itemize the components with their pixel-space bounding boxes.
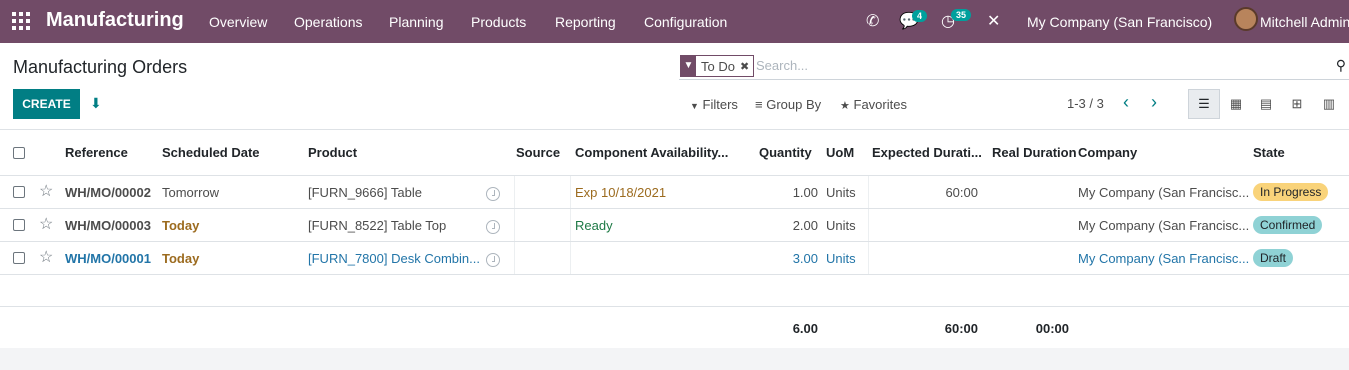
- filter-icon: ▼: [690, 101, 699, 111]
- status-badge: Draft: [1253, 249, 1294, 267]
- filters-label: Filters: [702, 97, 738, 112]
- pager-previous-icon[interactable]: ‹: [1123, 92, 1129, 113]
- messages-badge: 4: [912, 10, 928, 22]
- top-navbar: Manufacturing Overview Operations Planni…: [0, 0, 1349, 43]
- list-view-icon[interactable]: ☰: [1188, 89, 1220, 119]
- header-quantity[interactable]: Quantity: [759, 145, 812, 160]
- user-menu[interactable]: Mitchell Admin: [1260, 14, 1349, 30]
- row-scheduled-date: Tomorrow: [162, 185, 220, 200]
- row-company: My Company (San Francisc...: [1078, 185, 1250, 200]
- search-bar: ▼ To Do ✖ ⚲: [679, 54, 1349, 80]
- group-by-button[interactable]: ≡ Group By: [755, 97, 821, 112]
- table-row[interactable]: ☆ WH/MO/00001 Today [FURN_7800] Desk Com…: [0, 242, 1349, 275]
- header-reference[interactable]: Reference: [65, 145, 128, 160]
- header-scheduled-date[interactable]: Scheduled Date: [162, 145, 260, 160]
- clock-icon: [486, 253, 500, 267]
- control-panel-divider: [0, 129, 1349, 130]
- download-icon[interactable]: ⬇: [90, 95, 102, 112]
- menu-planning[interactable]: Planning: [389, 14, 444, 30]
- menu-reporting[interactable]: Reporting: [555, 14, 616, 30]
- clock-icon: [486, 220, 500, 234]
- header-component-availability[interactable]: Component Availability...: [575, 145, 728, 160]
- filters-button[interactable]: ▼ Filters: [690, 97, 738, 112]
- totals-row: 6.00 60:00 00:00: [0, 306, 1349, 348]
- search-input[interactable]: [756, 58, 1316, 73]
- row-reference: WH/MO/00002: [65, 185, 151, 200]
- row-checkbox[interactable]: [13, 252, 25, 264]
- row-checkbox[interactable]: [13, 186, 25, 198]
- create-button[interactable]: CREATE: [13, 89, 80, 119]
- graph-view-icon[interactable]: ▥: [1313, 89, 1345, 119]
- row-company: My Company (San Francisc...: [1078, 251, 1250, 266]
- priority-star-icon[interactable]: ☆: [39, 214, 53, 234]
- table-row[interactable]: ☆ WH/MO/00003 Today [FURN_8522] Table To…: [0, 209, 1349, 242]
- row-quantity: 3.00: [792, 251, 818, 266]
- company-switcher[interactable]: My Company (San Francisco): [1027, 14, 1212, 30]
- row-uom: Units: [826, 185, 856, 200]
- priority-star-icon[interactable]: ☆: [39, 247, 53, 267]
- favorites-button[interactable]: ★ Favorites: [840, 97, 907, 112]
- footer-area: [0, 348, 1349, 370]
- header-company[interactable]: Company: [1078, 145, 1137, 160]
- menu-products[interactable]: Products: [471, 14, 526, 30]
- row-uom: Units: [826, 218, 856, 233]
- row-component-availability: Exp 10/18/2021: [575, 185, 667, 200]
- menu-configuration[interactable]: Configuration: [644, 14, 727, 30]
- remove-facet-icon[interactable]: ✖: [740, 60, 753, 73]
- header-uom[interactable]: UoM: [826, 145, 854, 160]
- row-reference: WH/MO/00003: [65, 218, 151, 233]
- clock-icon: [486, 187, 500, 201]
- menu-operations[interactable]: Operations: [294, 14, 362, 30]
- row-product: [FURN_9666] Table: [308, 185, 422, 200]
- row-reference: WH/MO/00001: [65, 251, 151, 266]
- star-icon: ★: [840, 100, 850, 112]
- group-by-icon: ≡: [755, 97, 763, 112]
- search-facet: ▼ To Do ✖: [680, 55, 755, 77]
- total-real-duration: 00:00: [1035, 321, 1069, 336]
- row-product: [FURN_8522] Table Top: [308, 218, 447, 233]
- pivot-view-icon[interactable]: ⊞: [1281, 89, 1313, 119]
- debug-tools-icon[interactable]: ✕: [987, 11, 1000, 31]
- app-name[interactable]: Manufacturing: [46, 9, 184, 32]
- search-icon[interactable]: ⚲: [1336, 57, 1346, 74]
- app-menu-icon[interactable]: [12, 12, 30, 30]
- filter-icon: ▼: [681, 56, 696, 76]
- row-component-availability: Ready: [575, 218, 613, 233]
- pager-value[interactable]: 1-3 / 3: [1067, 96, 1104, 111]
- row-uom: Units: [826, 251, 856, 266]
- priority-star-icon[interactable]: ☆: [39, 181, 53, 201]
- header-real-duration[interactable]: Real Duration: [992, 145, 1077, 160]
- row-quantity: 1.00: [792, 185, 818, 200]
- favorites-label: Favorites: [853, 97, 907, 112]
- total-quantity: 6.00: [792, 321, 818, 336]
- facet-value: To Do: [701, 58, 735, 74]
- pager-next-icon[interactable]: ›: [1151, 92, 1157, 113]
- calendar-view-icon[interactable]: ▤: [1250, 89, 1282, 119]
- status-badge: Confirmed: [1253, 216, 1323, 234]
- row-company: My Company (San Francisc...: [1078, 218, 1250, 233]
- user-avatar[interactable]: [1234, 7, 1258, 31]
- row-checkbox[interactable]: [13, 219, 25, 231]
- header-source[interactable]: Source: [516, 145, 560, 160]
- total-expected-duration: 60:00: [944, 321, 978, 336]
- table-row[interactable]: ☆ WH/MO/00002 Tomorrow [FURN_9666] Table…: [0, 176, 1349, 209]
- row-product: [FURN_7800] Desk Combin...: [308, 251, 480, 266]
- page-title: Manufacturing Orders: [13, 57, 188, 77]
- row-quantity: 2.00: [792, 218, 818, 233]
- phone-icon[interactable]: ✆: [866, 11, 879, 31]
- menu-overview[interactable]: Overview: [209, 14, 267, 30]
- status-badge: In Progress: [1253, 183, 1329, 201]
- activities-badge: 35: [951, 9, 972, 21]
- select-all-checkbox[interactable]: [13, 147, 25, 159]
- kanban-view-icon[interactable]: ▦: [1220, 89, 1252, 119]
- row-expected-duration: 60:00: [945, 185, 978, 200]
- row-scheduled-date: Today: [162, 218, 200, 233]
- header-product[interactable]: Product: [308, 145, 357, 160]
- row-scheduled-date: Today: [162, 251, 200, 266]
- group-by-label: Group By: [766, 97, 822, 112]
- header-expected-duration[interactable]: Expected Durati...: [872, 145, 982, 160]
- header-state[interactable]: State: [1253, 145, 1285, 160]
